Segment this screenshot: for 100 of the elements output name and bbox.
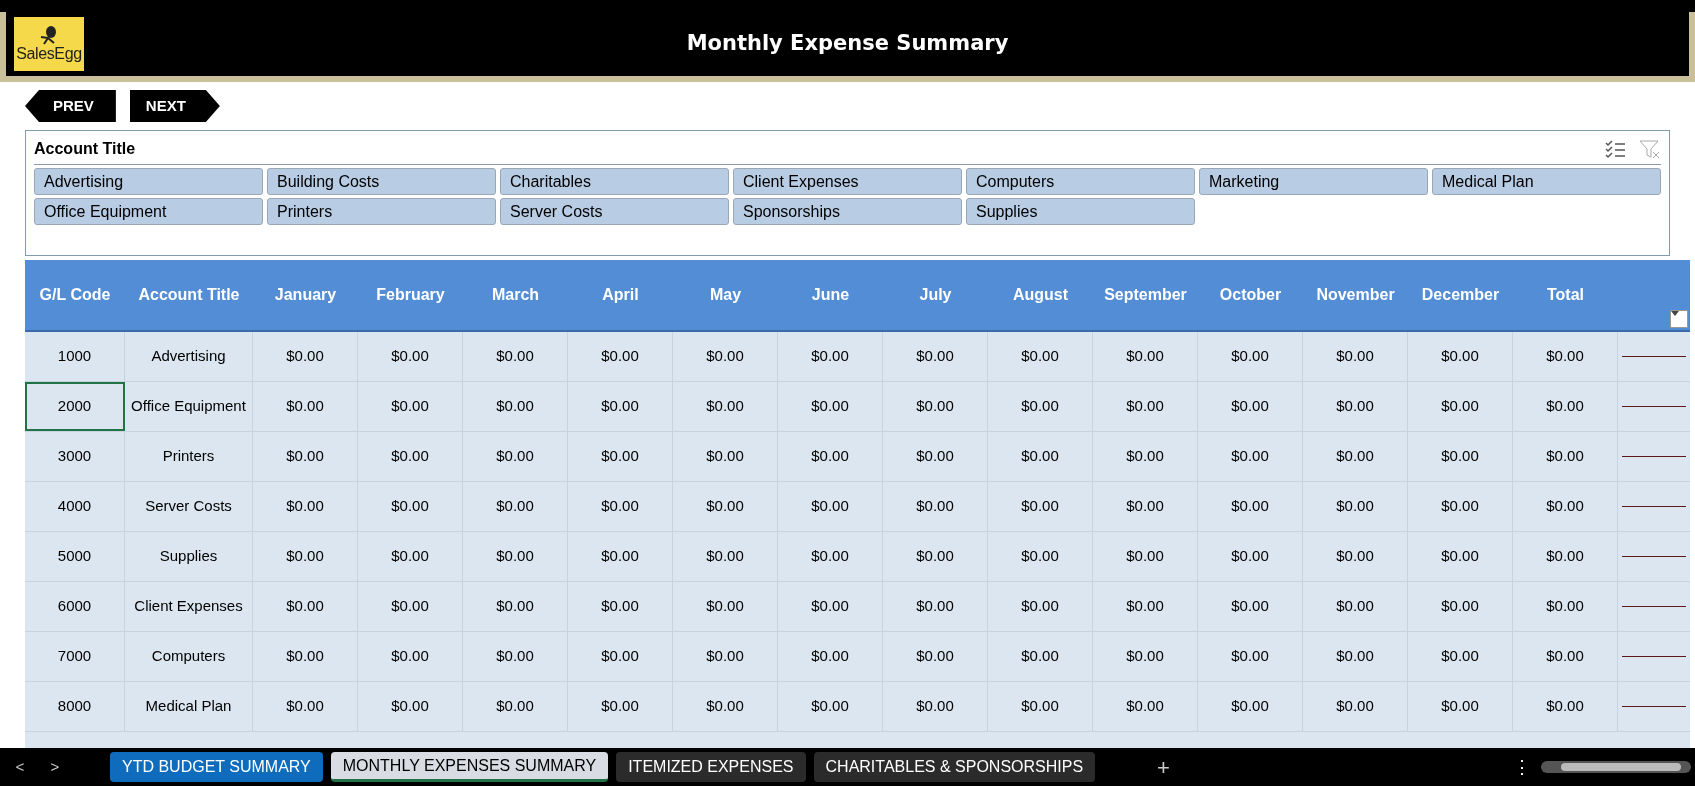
table-cell: Printers	[125, 432, 253, 481]
logo-text: SalesEgg	[16, 46, 82, 62]
table-cell: $0.00	[988, 382, 1093, 431]
table-cell: $0.00	[883, 432, 988, 481]
table-cell: 5000	[25, 532, 125, 581]
rule-line	[1622, 556, 1686, 557]
prev-button[interactable]: PREV	[25, 90, 116, 122]
table-cell: $0.00	[568, 632, 673, 681]
column-header: April	[602, 285, 639, 305]
scroll-left-button[interactable]: <	[0, 755, 40, 779]
table-cell: $0.00	[463, 432, 568, 481]
column-header: August	[1012, 285, 1069, 305]
slicer-item[interactable]: Computers	[966, 168, 1195, 195]
table-cell: $0.00	[1303, 332, 1408, 381]
table-cell: $0.00	[253, 332, 358, 381]
table-cell: $0.00	[673, 632, 778, 681]
rule-line	[1622, 406, 1686, 407]
slicer-item[interactable]: Server Costs	[500, 198, 729, 225]
table-cell: $0.00	[1303, 432, 1408, 481]
table-cell: $0.00	[253, 482, 358, 531]
scroll-right-button[interactable]: >	[40, 755, 70, 779]
table-cell: $0.00	[673, 582, 778, 631]
table-cell: $0.00	[1198, 682, 1303, 731]
sheet-tab[interactable]: ITEMIZED EXPENSES	[616, 752, 806, 782]
table-cell: 1000	[25, 332, 125, 381]
table-cell: $0.00	[463, 582, 568, 631]
next-button[interactable]: NEXT	[129, 90, 220, 122]
sheet-tab[interactable]: MONTHLY EXPENSES SUMMARY	[330, 752, 609, 782]
slicer-item[interactable]: Medical Plan	[1432, 168, 1661, 195]
slicer-item[interactable]: Sponsorships	[733, 198, 962, 225]
rule-line	[1622, 606, 1686, 607]
rule-line	[1622, 356, 1686, 357]
slicer-item[interactable]: Charitables	[500, 168, 729, 195]
table-cell: 4000	[25, 482, 125, 531]
table-cell: $0.00	[1198, 382, 1303, 431]
slicer-item[interactable]: Supplies	[966, 198, 1195, 225]
table-cell: $0.00	[1093, 632, 1198, 681]
table-cell: $0.00	[1093, 482, 1198, 531]
multi-select-icon[interactable]	[1605, 139, 1627, 159]
column-header: Account Title	[138, 285, 240, 305]
dropdown-button[interactable]	[1670, 310, 1688, 328]
rule-line	[1622, 656, 1686, 657]
table-cell: $0.00	[1513, 332, 1618, 381]
table-cell: $0.00	[358, 432, 463, 481]
column-header: October	[1219, 285, 1282, 305]
table-cell: Computers	[125, 632, 253, 681]
slicer-item[interactable]: Printers	[267, 198, 496, 225]
table-cell: $0.00	[1408, 632, 1513, 681]
horizontal-scrollbar[interactable]	[1541, 761, 1691, 773]
table-cell: $0.00	[253, 582, 358, 631]
column-header: Total	[1547, 285, 1584, 305]
table-cell: $0.00	[778, 682, 883, 731]
column-header: September	[1104, 285, 1187, 305]
table-cell: $0.00	[673, 382, 778, 431]
add-sheet-button[interactable]: +	[1157, 750, 1170, 784]
table-cell: $0.00	[1408, 432, 1513, 481]
table-cell: $0.00	[778, 482, 883, 531]
table-cell: $0.00	[358, 382, 463, 431]
table-cell: $0.00	[568, 382, 673, 431]
table-cell: $0.00	[1513, 632, 1618, 681]
table-cell: $0.00	[358, 582, 463, 631]
table-cell: $0.00	[1513, 432, 1618, 481]
table-cell: $0.00	[1513, 582, 1618, 631]
column-header: February	[376, 285, 445, 305]
sheet-tab[interactable]: YTD BUDGET SUMMARY	[110, 752, 323, 782]
slicer-item[interactable]: Building Costs	[267, 168, 496, 195]
table-cell: Server Costs	[125, 482, 253, 531]
table-cell: $0.00	[778, 532, 883, 581]
more-button[interactable]: ⋮	[1513, 753, 1531, 781]
slicer-item[interactable]: Marketing	[1199, 168, 1428, 195]
table-cell: Medical Plan	[125, 682, 253, 731]
table-cell: $0.00	[883, 632, 988, 681]
table-cell: $0.00	[1198, 432, 1303, 481]
slicer-item[interactable]: Advertising	[34, 168, 263, 195]
table-cell: $0.00	[673, 482, 778, 531]
banner-title: Monthly Expense Summary	[686, 30, 1009, 58]
slicer-item[interactable]: Office Equipment	[34, 198, 263, 225]
rule-line	[1622, 506, 1686, 507]
table-cell: $0.00	[988, 482, 1093, 531]
table-cell: $0.00	[1513, 682, 1618, 731]
table-cell: $0.00	[1513, 382, 1618, 431]
slicer-item[interactable]: Client Expenses	[733, 168, 962, 195]
table-cell: Advertising	[125, 332, 253, 381]
table-cell: $0.00	[463, 332, 568, 381]
rule-line	[1622, 456, 1686, 457]
table-cell: $0.00	[883, 682, 988, 731]
table-cell: $0.00	[463, 482, 568, 531]
column-header: June	[811, 285, 850, 305]
sheet-tab[interactable]: CHARITABLES & SPONSORSHIPS	[813, 752, 1096, 782]
dropdown-arrow-icon	[1671, 311, 1679, 316]
table-cell: $0.00	[1198, 482, 1303, 531]
slicer-title: Account Title	[34, 139, 136, 159]
table-cell: Client Expenses	[125, 582, 253, 631]
table-cell: $0.00	[673, 532, 778, 581]
table-cell: $0.00	[1303, 382, 1408, 431]
table-cell: $0.00	[568, 432, 673, 481]
table-cell: Office Equipment	[125, 382, 253, 431]
table-cell: $0.00	[253, 682, 358, 731]
table-cell: $0.00	[358, 532, 463, 581]
column-header: December	[1421, 285, 1500, 305]
